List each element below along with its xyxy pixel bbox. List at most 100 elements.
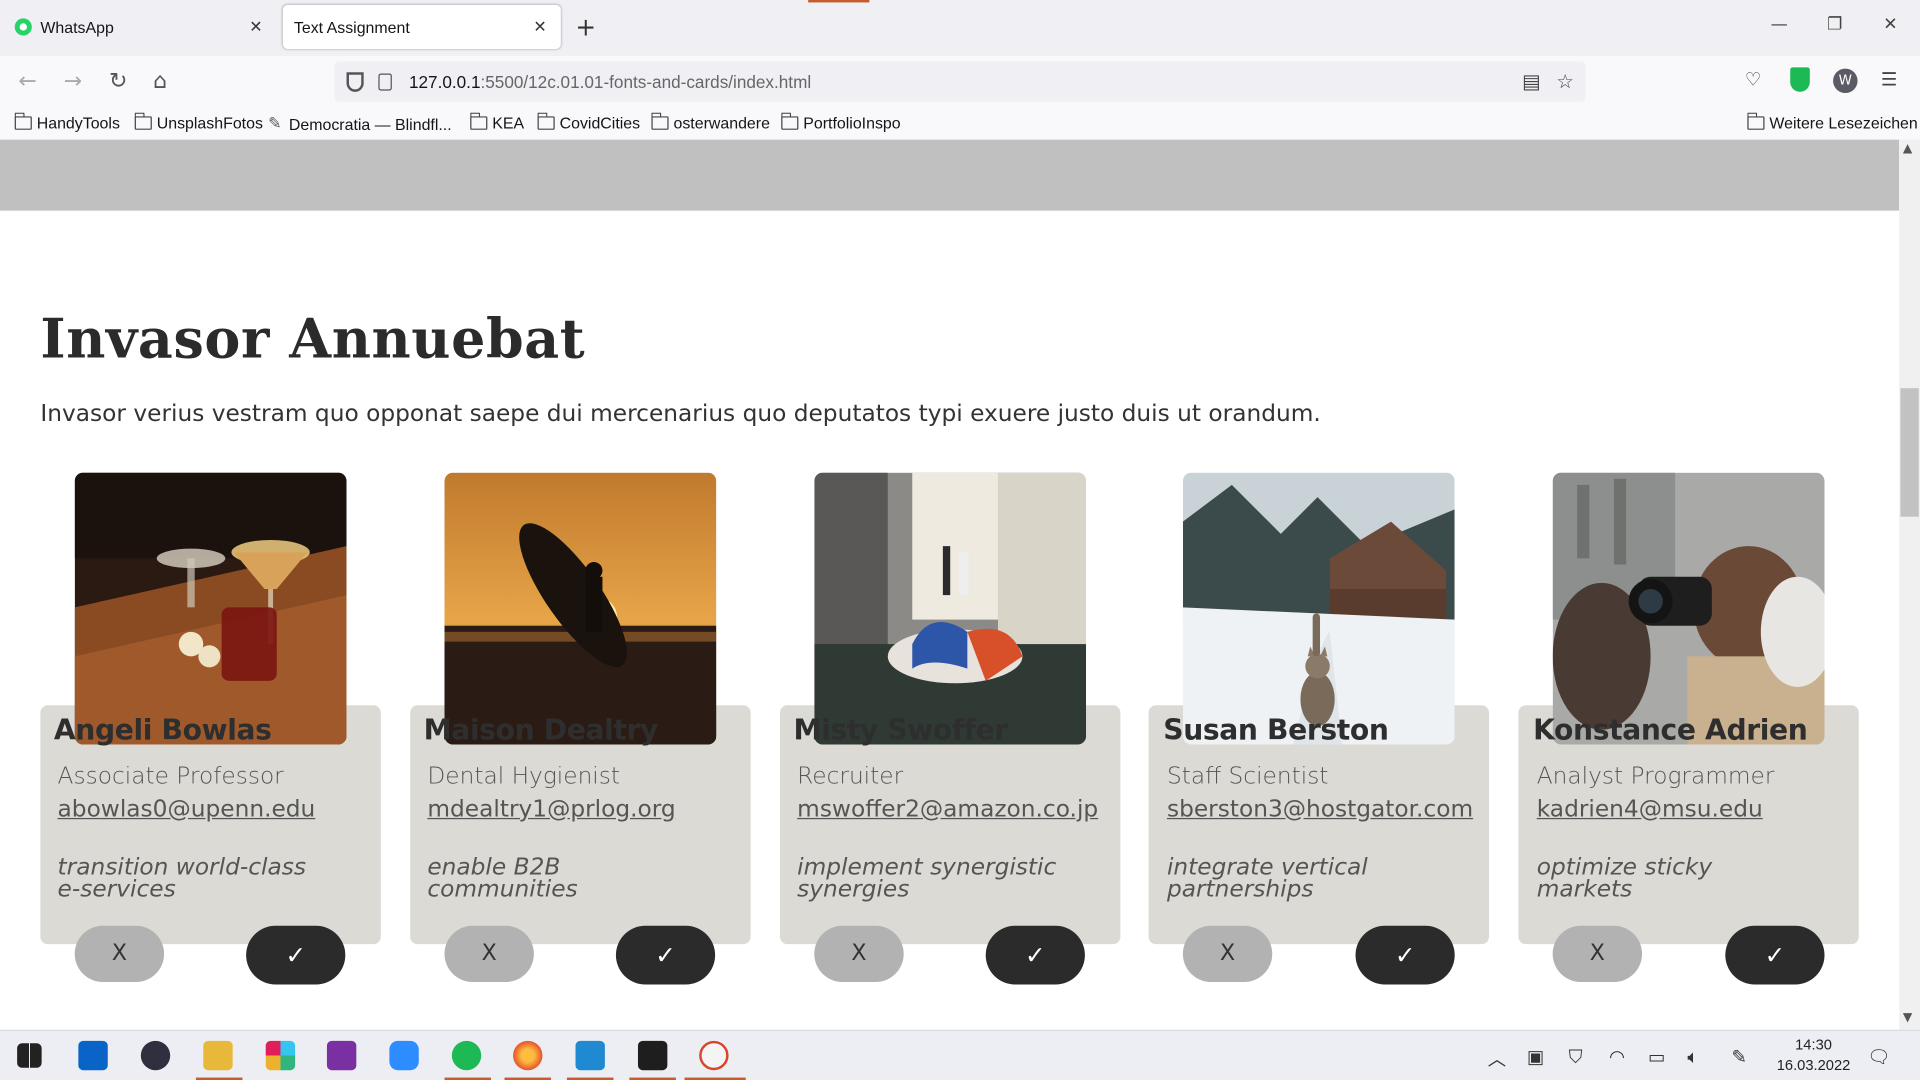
outlook-icon[interactable]: [78, 1040, 108, 1071]
url-text[interactable]: 127.0.0.1:5500/12c.01.01-fonts-and-cards…: [409, 72, 811, 92]
tab-text-assignment[interactable]: Text Assignment ✕: [282, 4, 561, 49]
reject-button[interactable]: X: [74, 925, 165, 983]
zoom-icon[interactable]: [389, 1040, 419, 1071]
page-subtitle: Invasor verius vestram quo opponat saepe…: [40, 400, 1321, 428]
tab-label: WhatsApp: [40, 17, 114, 37]
card-email-link[interactable]: sberston3@hostgator.com: [1167, 796, 1473, 823]
extension-shield-icon[interactable]: [1790, 67, 1810, 92]
bookmark-osterwandere[interactable]: osterwandere: [650, 112, 770, 132]
pen-icon[interactable]: ✎: [1731, 1046, 1746, 1068]
firefox-icon[interactable]: [513, 1040, 543, 1071]
file-explorer-icon[interactable]: [203, 1040, 233, 1071]
window-close-icon[interactable]: ✕: [1883, 15, 1897, 35]
back-arrow-icon[interactable]: ←: [18, 69, 36, 95]
card-name: Maison Dealtry: [423, 715, 659, 747]
bookmark-portfolioinspo[interactable]: PortfolioInspo: [780, 112, 901, 132]
card-email-link[interactable]: kadrien4@msu.edu: [1537, 796, 1763, 823]
scrollbar-thumb[interactable]: [1900, 388, 1919, 517]
battery-icon[interactable]: ▭: [1648, 1046, 1665, 1068]
card-motto: enable B2B communities: [427, 853, 578, 903]
notifications-icon[interactable]: 🗨︎: [1867, 1046, 1890, 1068]
folder-icon: [780, 112, 799, 130]
clock-time: 14:30: [1795, 1035, 1832, 1054]
security-icon[interactable]: ⛉: [1569, 1046, 1583, 1068]
system-clock[interactable]: 14:30 16.03.2022: [1777, 1035, 1851, 1077]
close-icon[interactable]: ✕: [242, 18, 269, 36]
scroll-down-icon[interactable]: ▼: [1903, 1011, 1912, 1024]
snipping-tool-icon[interactable]: [699, 1040, 729, 1071]
profile-avatar[interactable]: W: [1833, 68, 1858, 94]
bookmark-kea[interactable]: KEA: [469, 112, 524, 132]
accept-button[interactable]: ✓: [246, 925, 346, 985]
card-motto: transition world-class e-services: [57, 853, 307, 903]
menu-icon[interactable]: ☰: [1881, 69, 1897, 91]
tracking-protection-icon[interactable]: [346, 71, 364, 92]
card-name: Susan Berston: [1163, 715, 1389, 747]
card-job-title: Analyst Programmer: [1536, 762, 1775, 790]
card-photo-surfer: [444, 472, 717, 745]
tab-strip: WhatsApp ✕ Text Assignment ✕ + — ❐ ✕: [0, 0, 1920, 57]
card-name: Misty Swoffer: [793, 715, 1008, 747]
slack-icon[interactable]: [265, 1040, 296, 1071]
tab-label: Text Assignment: [293, 17, 410, 37]
bookmark-handytools[interactable]: HandyTools: [14, 112, 120, 132]
wifi-icon[interactable]: ◠: [1609, 1046, 1625, 1068]
feather-icon: ✎: [268, 113, 282, 133]
home-icon[interactable]: ⌂: [153, 69, 167, 95]
folder-icon: [14, 112, 32, 130]
page-scrollbar[interactable]: ▲ ▼: [1899, 139, 1920, 1030]
tray-app-icon[interactable]: ▣: [1527, 1046, 1544, 1068]
card-photo-sculpture: [814, 472, 1087, 745]
whatsapp-icon: [14, 18, 32, 36]
reader-view-icon[interactable]: ▤: [1522, 70, 1541, 93]
password-manager-icon[interactable]: [140, 1040, 171, 1071]
tray-overflow-icon[interactable]: ︿: [1488, 1046, 1506, 1072]
windows-start-icon[interactable]: [17, 1043, 42, 1068]
vscode-icon[interactable]: [575, 1040, 605, 1071]
address-bar[interactable]: 127.0.0.1:5500/12c.01.01-fonts-and-cards…: [334, 61, 1586, 102]
navigation-bar: ← → ↻ ⌂ 127.0.0.1:5500/12c.01.01-fonts-a…: [0, 56, 1920, 108]
accept-button[interactable]: ✓: [615, 925, 716, 985]
other-bookmarks[interactable]: Weitere Lesezeichen: [1746, 112, 1918, 132]
bookmark-covidcities[interactable]: CovidCities: [536, 112, 640, 132]
bookmark-star-icon[interactable]: ☆: [1556, 70, 1574, 93]
card-job-title: Recruiter: [797, 762, 904, 790]
restore-icon[interactable]: ❐: [1827, 15, 1842, 35]
card-motto: optimize sticky markets: [1536, 853, 1713, 903]
card-email-link[interactable]: abowlas0@upenn.edu: [58, 796, 316, 823]
card-email-link[interactable]: mdealtry1@prlog.org: [427, 796, 675, 823]
figma-icon[interactable]: [637, 1040, 668, 1071]
card-photo-cocktails: [74, 472, 347, 745]
reload-icon[interactable]: ↻: [109, 69, 127, 95]
reject-button[interactable]: X: [1182, 925, 1273, 983]
reject-button[interactable]: X: [444, 925, 534, 983]
page-info-icon[interactable]: [378, 72, 392, 91]
scroll-up-icon[interactable]: ▲: [1903, 142, 1912, 155]
pocket-icon[interactable]: ♡: [1745, 69, 1761, 91]
new-tab-button[interactable]: +: [576, 12, 597, 41]
minimize-icon[interactable]: —: [1771, 15, 1788, 35]
page-viewport: Invasor Annuebat Invasor verius vestram …: [0, 139, 1900, 1030]
folder-icon: [134, 112, 152, 130]
bookmark-unsplashfotos[interactable]: UnsplashFotos: [134, 112, 263, 132]
folder-icon: [650, 112, 669, 130]
accept-button[interactable]: ✓: [985, 925, 1085, 985]
clock-date: 16.03.2022: [1776, 1056, 1851, 1074]
accept-button[interactable]: ✓: [1355, 925, 1455, 985]
onenote-icon[interactable]: [326, 1040, 357, 1071]
card-job-title: Dental Hygienist: [427, 762, 621, 790]
card-job-title: Staff Scientist: [1166, 762, 1329, 790]
bookmark-democratia[interactable]: ✎ Democratia — Blindfl...: [268, 114, 451, 134]
accept-button[interactable]: ✓: [1725, 925, 1825, 985]
card-motto: integrate vertical partnerships: [1166, 853, 1368, 903]
volume-icon[interactable]: 🔈︎: [1687, 1046, 1698, 1068]
spotify-icon[interactable]: [451, 1040, 482, 1071]
tab-loading-indicator: [808, 0, 870, 3]
tab-whatsapp[interactable]: WhatsApp ✕: [5, 5, 277, 49]
card-job-title: Associate Professor: [57, 762, 284, 790]
close-icon[interactable]: ✕: [527, 18, 554, 36]
reject-button[interactable]: X: [1552, 925, 1643, 983]
forward-arrow-icon[interactable]: →: [64, 69, 82, 95]
card-email-link[interactable]: mswoffer2@amazon.co.jp: [797, 796, 1098, 823]
reject-button[interactable]: X: [814, 925, 904, 983]
